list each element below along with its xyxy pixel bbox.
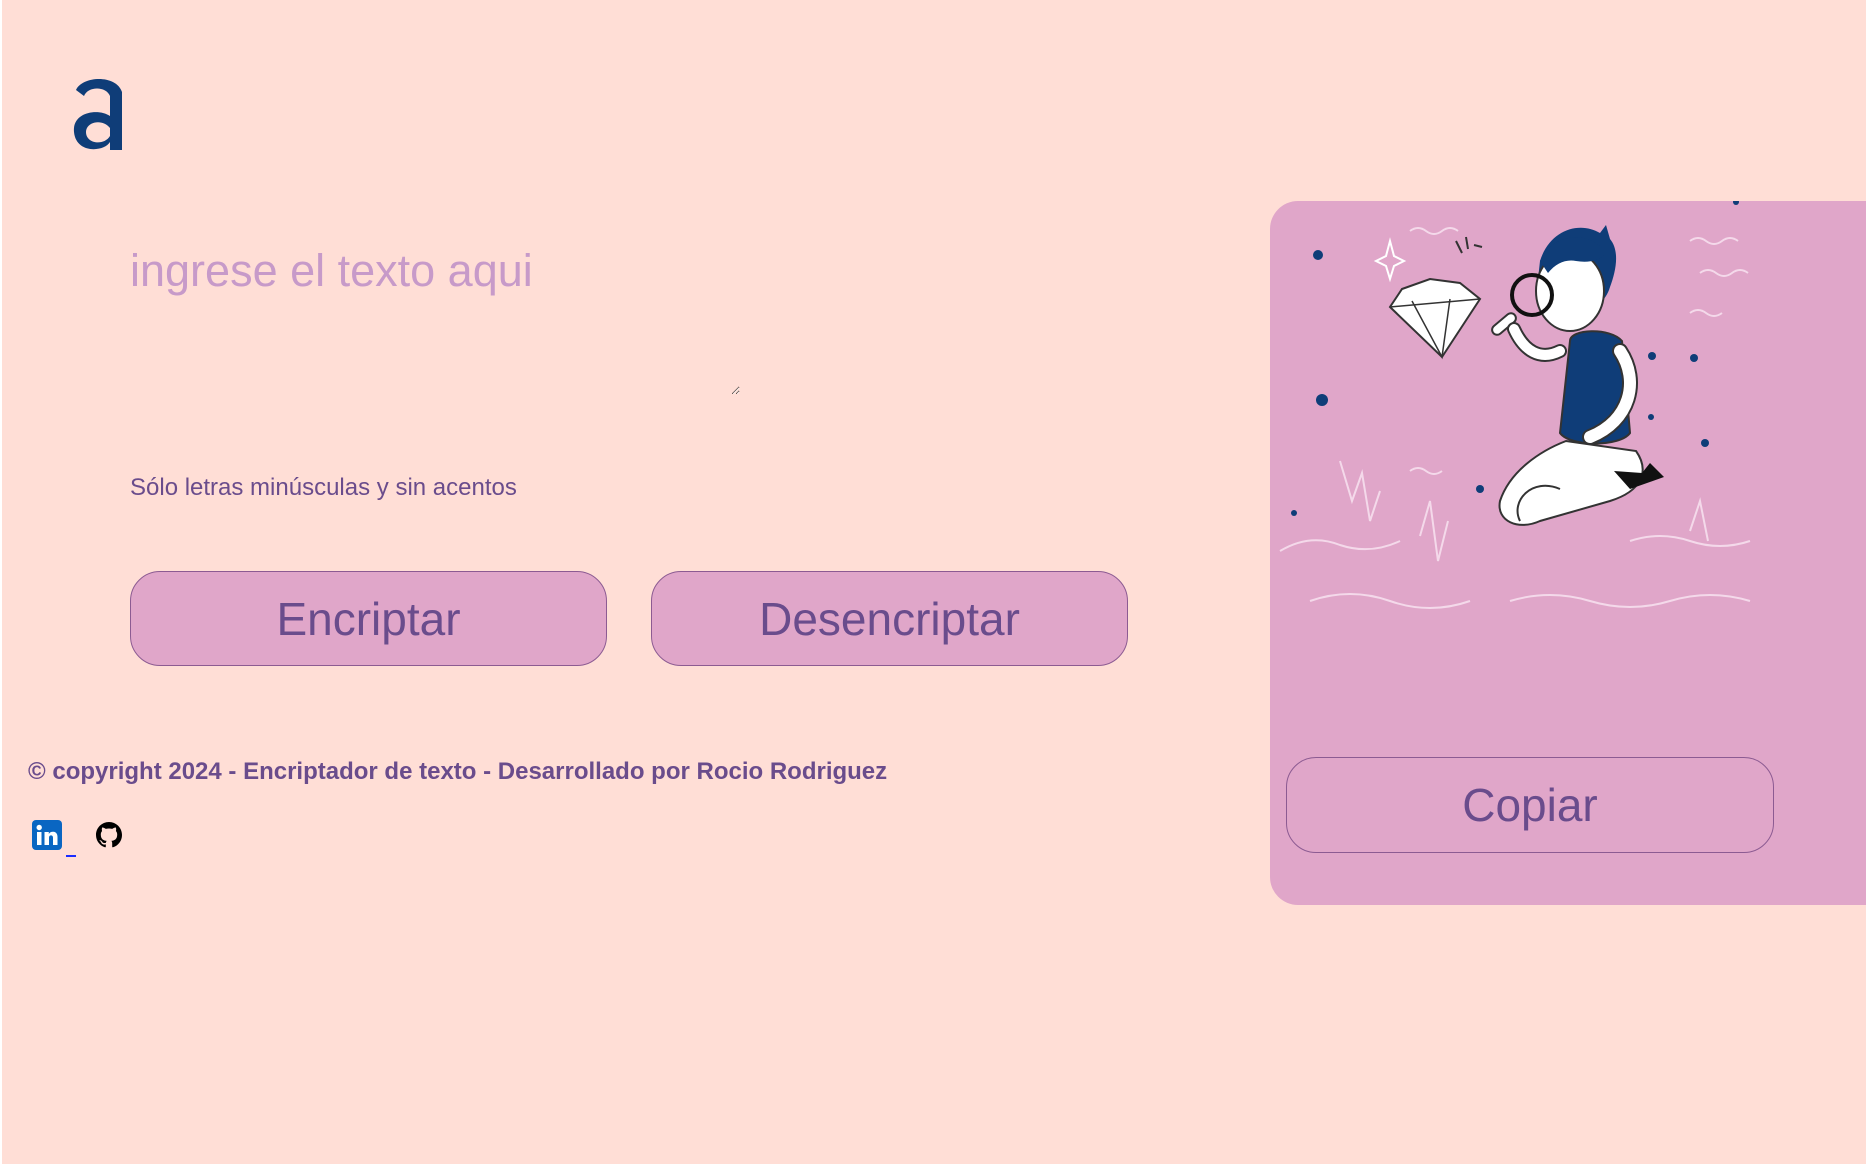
app-page: Sólo letras minúsculas y sin acentos Enc…	[0, 0, 1866, 1164]
link-underline	[66, 855, 76, 857]
hint-text: Sólo letras minúsculas y sin acentos	[130, 474, 517, 501]
github-link[interactable]	[94, 820, 124, 850]
left-edge-divider	[0, 0, 2, 1164]
person-with-magnifier-illustration	[1279, 201, 1751, 609]
alura-logo-icon	[73, 79, 122, 150]
copy-button[interactable]: Copiar	[1286, 757, 1774, 853]
copyright-text: © copyright 2024 - Encriptador de texto …	[28, 758, 888, 785]
github-icon	[96, 822, 122, 848]
input-hint: Sólo letras minúsculas y sin acentos	[130, 474, 517, 502]
text-input[interactable]	[130, 245, 740, 395]
linkedin-icon	[32, 820, 62, 850]
social-links	[32, 820, 124, 857]
linkedin-link[interactable]	[32, 820, 76, 857]
decrypt-button[interactable]: Desencriptar	[651, 571, 1128, 666]
output-panel: Copiar	[1270, 201, 1866, 905]
encrypt-button[interactable]: Encriptar	[130, 571, 607, 666]
